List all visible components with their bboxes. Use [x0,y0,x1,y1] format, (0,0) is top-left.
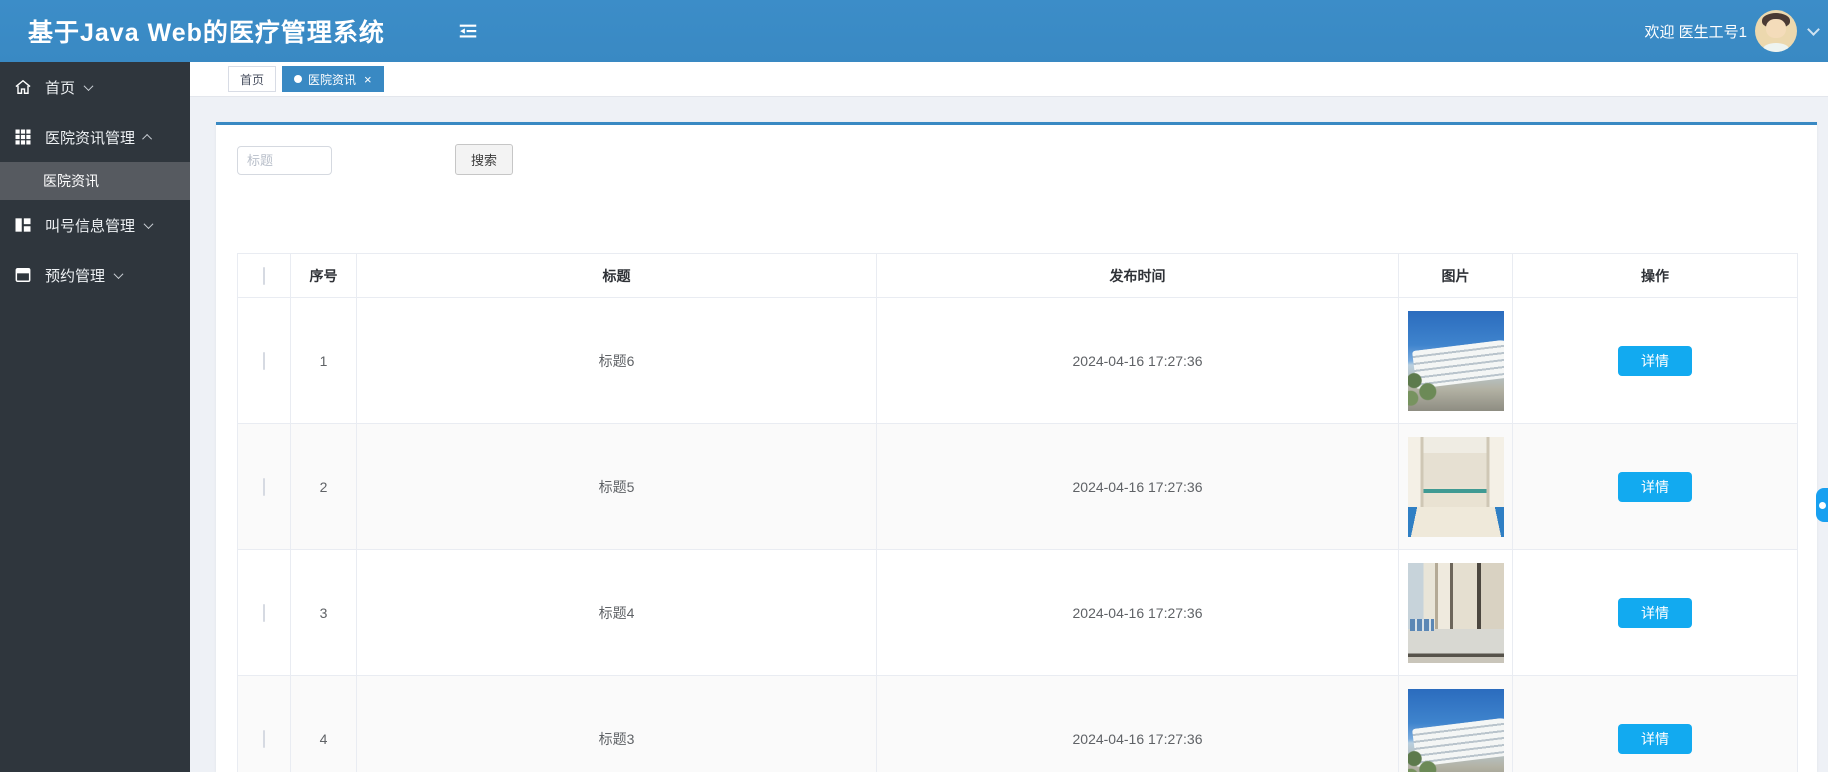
sidebar-item-label: 首页 [45,79,76,97]
avatar-shirt [1763,43,1789,52]
content-area: 搜索 序号 标题 发布时间 图片 操作 [190,97,1828,772]
select-all-checkbox[interactable] [263,266,265,285]
table-row: 2 标题5 2024-04-16 17:27:36 详情 [237,423,1798,550]
chevron-down-icon [113,268,124,279]
header-checkbox-cell [237,253,291,298]
tab-close-icon[interactable]: × [364,73,372,86]
row-checkbox[interactable] [263,729,265,748]
row-checkbox[interactable] [263,603,265,622]
title-search-input[interactable] [237,146,332,175]
home-icon [15,79,31,94]
sidebar: 首页 医院资讯管理 医院资讯 叫号信息管理 预约管理 [0,62,190,772]
sidebar-item-appointment-mgmt[interactable]: 预约管理 [0,250,190,300]
row-title: 标题5 [356,423,877,550]
sidebar-fold-icon[interactable] [455,18,481,44]
sidebar-subitem-label: 医院资讯 [43,173,99,189]
sidebar-item-label: 预约管理 [45,267,106,285]
sidebar-item-home[interactable]: 首页 [0,62,190,112]
row-checkbox[interactable] [263,477,265,496]
row-publish-time: 2024-04-16 17:27:36 [876,549,1399,676]
chevron-down-icon [83,80,94,91]
detail-button[interactable]: 详情 [1618,597,1692,628]
row-title: 标题3 [356,675,877,772]
column-header-action: 操作 [1512,253,1798,298]
sidebar-item-label: 医院资讯管理 [45,129,136,147]
row-title: 标题4 [356,549,877,676]
row-no: 1 [290,297,357,424]
row-publish-time: 2024-04-16 17:27:36 [876,297,1399,424]
row-no: 2 [290,423,357,550]
column-header-image: 图片 [1398,253,1513,298]
hospital-photo-thumbnail [1407,562,1504,663]
table-row: 3 标题4 2024-04-16 17:27:36 详情 [237,549,1798,676]
tab-label: 医院资讯 [308,72,357,87]
row-checkbox[interactable] [263,351,265,370]
row-no: 4 [290,675,357,772]
row-title: 标题6 [356,297,877,424]
avatar-face [1766,19,1786,38]
row-publish-time: 2024-04-16 17:27:36 [876,675,1399,772]
user-avatar[interactable] [1755,10,1797,52]
tab-hospital-news[interactable]: 医院资讯 × [282,66,384,92]
hamburger-fold-icon [459,24,477,38]
detail-button[interactable]: 详情 [1618,723,1692,754]
column-header-title: 标题 [356,253,877,298]
news-table: 序号 标题 发布时间 图片 操作 1 标题6 2024-04-16 17:27:… [237,253,1798,772]
sidebar-item-call-number-mgmt[interactable]: 叫号信息管理 [0,200,190,250]
sidebar-item-label: 叫号信息管理 [45,217,136,235]
detail-button[interactable]: 详情 [1618,471,1692,502]
tab-bar: 首页 医院资讯 × [190,62,1828,97]
booking-icon [15,268,31,282]
app-screen: 基于Java Web的医疗管理系统 欢迎 医生工号1 首页 医院资讯管理 医院资… [0,0,1828,772]
hospital-photo-thumbnail [1407,310,1504,411]
detail-button[interactable]: 详情 [1618,345,1692,376]
column-header-publish-time: 发布时间 [876,253,1399,298]
column-header-no: 序号 [290,253,357,298]
user-dropdown-caret-icon[interactable] [1807,22,1820,36]
table-header-row: 序号 标题 发布时间 图片 操作 [237,253,1798,298]
content-panel: 搜索 序号 标题 发布时间 图片 操作 [216,122,1817,772]
settings-drawer-handle[interactable] [1816,488,1828,522]
welcome-text: 欢迎 医生工号1 [1644,23,1747,41]
hospital-photo-thumbnail [1407,436,1504,537]
tab-label: 首页 [240,72,265,87]
active-tab-dot-icon [294,75,303,83]
sidebar-item-hospital-news-mgmt[interactable]: 医院资讯管理 [0,112,190,162]
call-board-icon [15,218,31,232]
table-row: 1 标题6 2024-04-16 17:27:36 详情 [237,297,1798,424]
chevron-down-icon [143,218,154,229]
grid-icon [15,129,31,145]
app-title: 基于Java Web的医疗管理系统 [28,19,385,47]
table-row: 4 标题3 2024-04-16 17:27:36 详情 [237,675,1798,772]
tab-home[interactable]: 首页 [228,66,277,92]
row-no: 3 [290,549,357,676]
user-area[interactable]: 欢迎 医生工号1 [1644,0,1820,62]
search-button[interactable]: 搜索 [455,144,513,175]
top-header: 基于Java Web的医疗管理系统 欢迎 医生工号1 [0,0,1828,62]
row-publish-time: 2024-04-16 17:27:36 [876,423,1399,550]
sidebar-subitem-hospital-news[interactable]: 医院资讯 [0,162,190,200]
hospital-photo-thumbnail [1407,688,1504,772]
chevron-up-icon [142,133,153,144]
